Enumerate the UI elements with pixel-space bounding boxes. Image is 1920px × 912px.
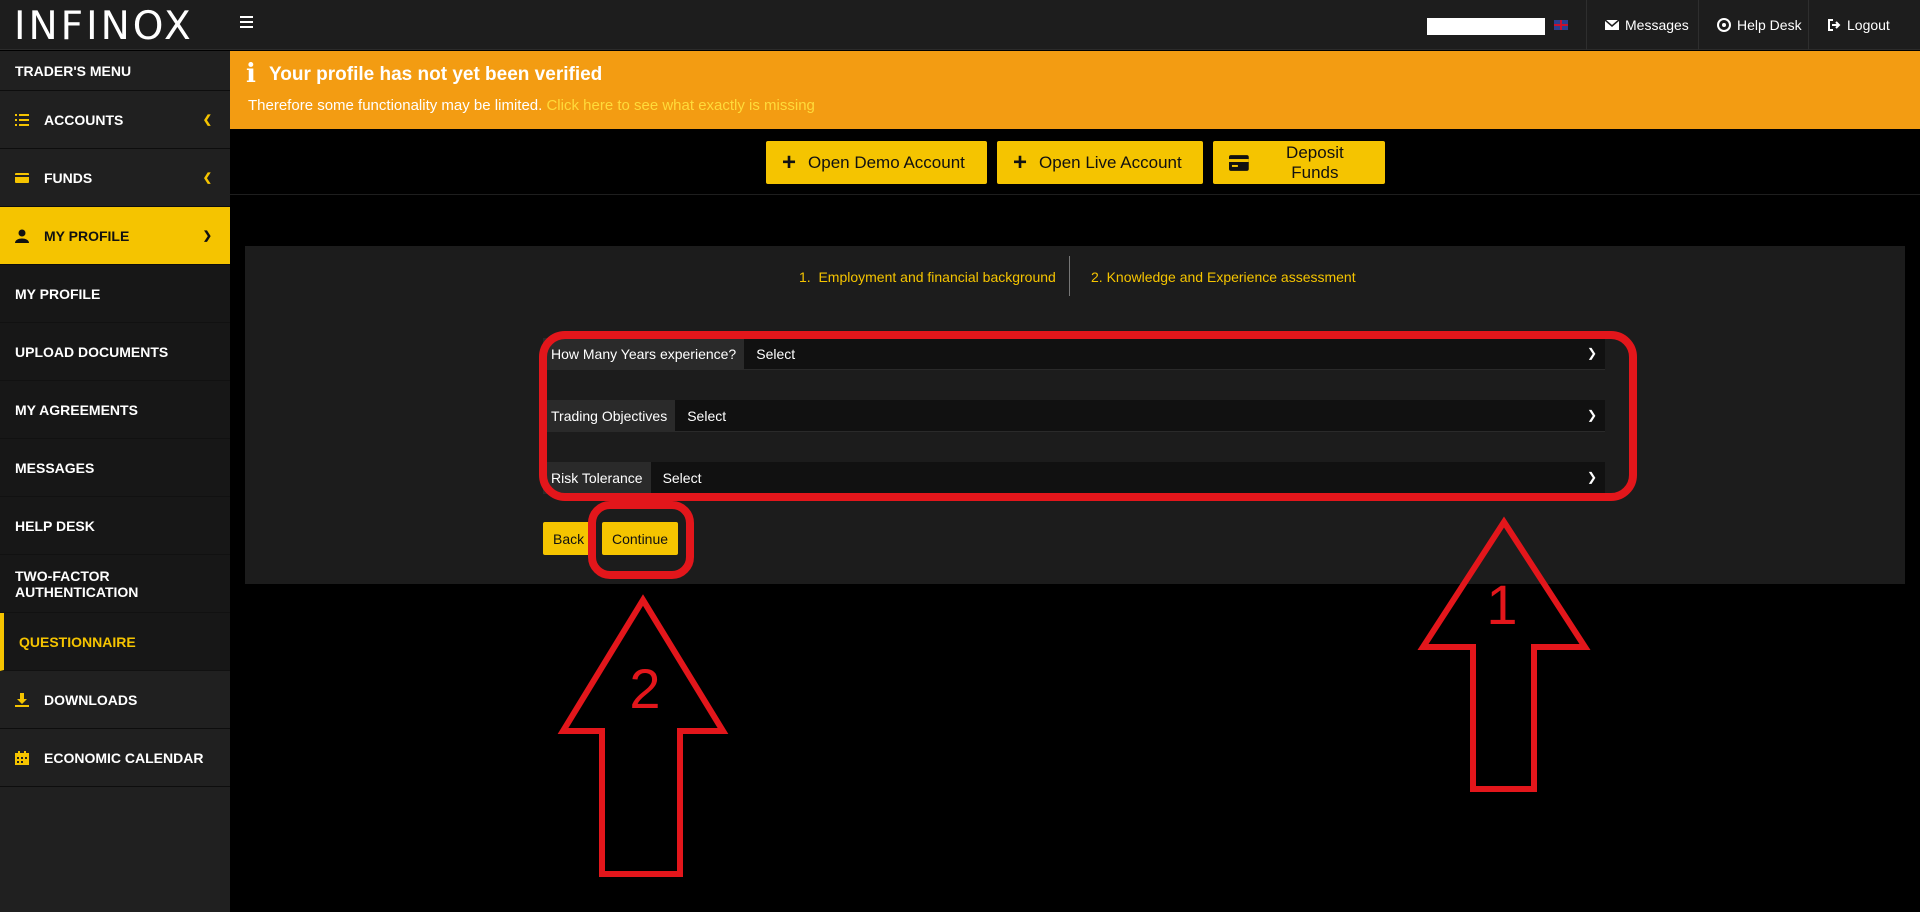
headset-icon <box>1717 18 1731 32</box>
logout-link[interactable]: Logout <box>1808 0 1908 50</box>
years-experience-select[interactable]: Select ❯ <box>744 338 1605 370</box>
years-experience-value: Select <box>756 345 796 362</box>
step-indicator: 1. Employment and financial background 2… <box>245 256 1905 296</box>
step-divider <box>1069 256 1070 296</box>
arrow-two-icon <box>557 594 729 877</box>
sidebar-subitem-two-factor[interactable]: TWO-FACTOR AUTHENTICATION <box>0 555 230 613</box>
trading-objectives-row: Trading Objectives Select ❯ <box>543 400 1605 432</box>
help-desk-link[interactable]: Help Desk <box>1698 0 1820 50</box>
sidebar-subitem-messages[interactable]: MESSAGES <box>0 439 230 497</box>
open-demo-label: Open Demo Account <box>808 152 965 172</box>
uk-flag-icon[interactable] <box>1554 20 1568 30</box>
banner-title: Your profile has not yet been verified <box>269 64 603 85</box>
calendar-icon <box>15 750 29 765</box>
years-experience-row: How Many Years experience? Select ❯ <box>543 338 1605 370</box>
open-live-label: Open Live Account <box>1039 152 1182 172</box>
envelope-icon <box>1605 19 1619 30</box>
banner-text: Therefore some functionality may be limi… <box>248 97 815 114</box>
messages-link[interactable]: Messages <box>1586 0 1707 50</box>
verification-banner: i Your profile has not yet been verified… <box>230 51 1920 129</box>
sidebar-item-label: DOWNLOADS <box>44 691 138 708</box>
sidebar-item-funds[interactable]: FUNDS ❮ <box>0 149 230 207</box>
sidebar-subitem-help-desk[interactable]: HELP DESK <box>0 497 230 555</box>
sidebar-item-economic-calendar[interactable]: ECONOMIC CALENDAR <box>0 729 230 787</box>
sidebar-item-downloads[interactable]: DOWNLOADS <box>0 671 230 729</box>
risk-tolerance-label: Risk Tolerance <box>543 462 651 494</box>
continue-button[interactable]: Continue <box>602 522 678 555</box>
chevron-down-icon: ❯ <box>1586 346 1597 360</box>
step-employment[interactable]: 1. Employment and financial background <box>799 269 1056 285</box>
action-bar: + Open Demo Account + Open Live Account … <box>230 129 1920 195</box>
deposit-funds-button[interactable]: Deposit Funds <box>1213 141 1385 184</box>
messages-label: Messages <box>1625 17 1689 33</box>
deposit-label: Deposit Funds <box>1286 142 1344 182</box>
questionnaire-panel: 1. Employment and financial background 2… <box>245 246 1905 584</box>
sidebar-item-label: ECONOMIC CALENDAR <box>44 749 204 766</box>
banner-message: Therefore some functionality may be limi… <box>248 97 543 114</box>
help-desk-label: Help Desk <box>1737 17 1802 33</box>
chevron-down-icon: ❯ <box>1586 470 1597 484</box>
open-demo-account-button[interactable]: + Open Demo Account <box>766 141 987 184</box>
sidebar-subitem-my-agreements[interactable]: MY AGREEMENTS <box>0 381 230 439</box>
risk-tolerance-value: Select <box>662 469 702 486</box>
info-icon: i <box>246 59 256 89</box>
sidebar-item-label: MY PROFILE <box>44 227 130 244</box>
chevron-down-icon: ❯ <box>202 230 212 242</box>
download-icon <box>15 692 29 707</box>
wallet-icon <box>15 172 29 183</box>
sidebar-item-label: ACCOUNTS <box>44 111 124 128</box>
top-bar: INFINOX Messages Help Desk Logout <box>0 0 1920 50</box>
list-icon <box>15 113 29 126</box>
sidebar-item-label: FUNDS <box>44 169 93 186</box>
sidebar-subitem-my-profile[interactable]: MY PROFILE <box>0 265 230 323</box>
trading-objectives-select[interactable]: Select ❯ <box>675 400 1605 432</box>
sidebar-subitem-questionnaire[interactable]: QUESTIONNAIRE <box>0 613 230 671</box>
traders-sidebar: TRADER'S MENU ACCOUNTS ❮ FUNDS ❮ MY PROF… <box>0 51 230 912</box>
years-experience-label: How Many Years experience? <box>543 338 745 370</box>
missing-info-link[interactable]: Click here to see what exactly is missin… <box>546 97 814 114</box>
chevron-down-icon: ❯ <box>1586 408 1597 422</box>
back-button[interactable]: Back <box>543 522 593 555</box>
credit-card-icon <box>1229 154 1249 171</box>
risk-tolerance-row: Risk Tolerance Select ❯ <box>543 462 1605 494</box>
chevron-left-icon: ❮ <box>202 114 212 126</box>
menu-toggle-icon[interactable] <box>240 13 260 35</box>
logout-icon <box>1828 19 1841 31</box>
plus-icon: + <box>782 148 797 176</box>
chevron-left-icon: ❮ <box>202 172 212 184</box>
infinox-logo[interactable]: INFINOX <box>14 4 194 49</box>
open-live-account-button[interactable]: + Open Live Account <box>997 141 1203 184</box>
top-search-input[interactable] <box>1427 18 1545 35</box>
trading-objectives-label: Trading Objectives <box>543 400 676 432</box>
sidebar-subitem-upload-documents[interactable]: UPLOAD DOCUMENTS <box>0 323 230 381</box>
step-knowledge[interactable]: 2. Knowledge and Experience assessment <box>1091 269 1356 285</box>
logout-label: Logout <box>1847 17 1890 33</box>
trading-objectives-value: Select <box>687 407 727 424</box>
sidebar-title: TRADER'S MENU <box>0 51 230 91</box>
sidebar-item-accounts[interactable]: ACCOUNTS ❮ <box>0 91 230 149</box>
sidebar-item-my-profile[interactable]: MY PROFILE ❯ <box>0 207 230 265</box>
plus-icon: + <box>1013 148 1028 176</box>
risk-tolerance-select[interactable]: Select ❯ <box>650 462 1605 494</box>
user-icon <box>15 229 29 243</box>
annotation-number-two: 2 <box>629 657 660 720</box>
